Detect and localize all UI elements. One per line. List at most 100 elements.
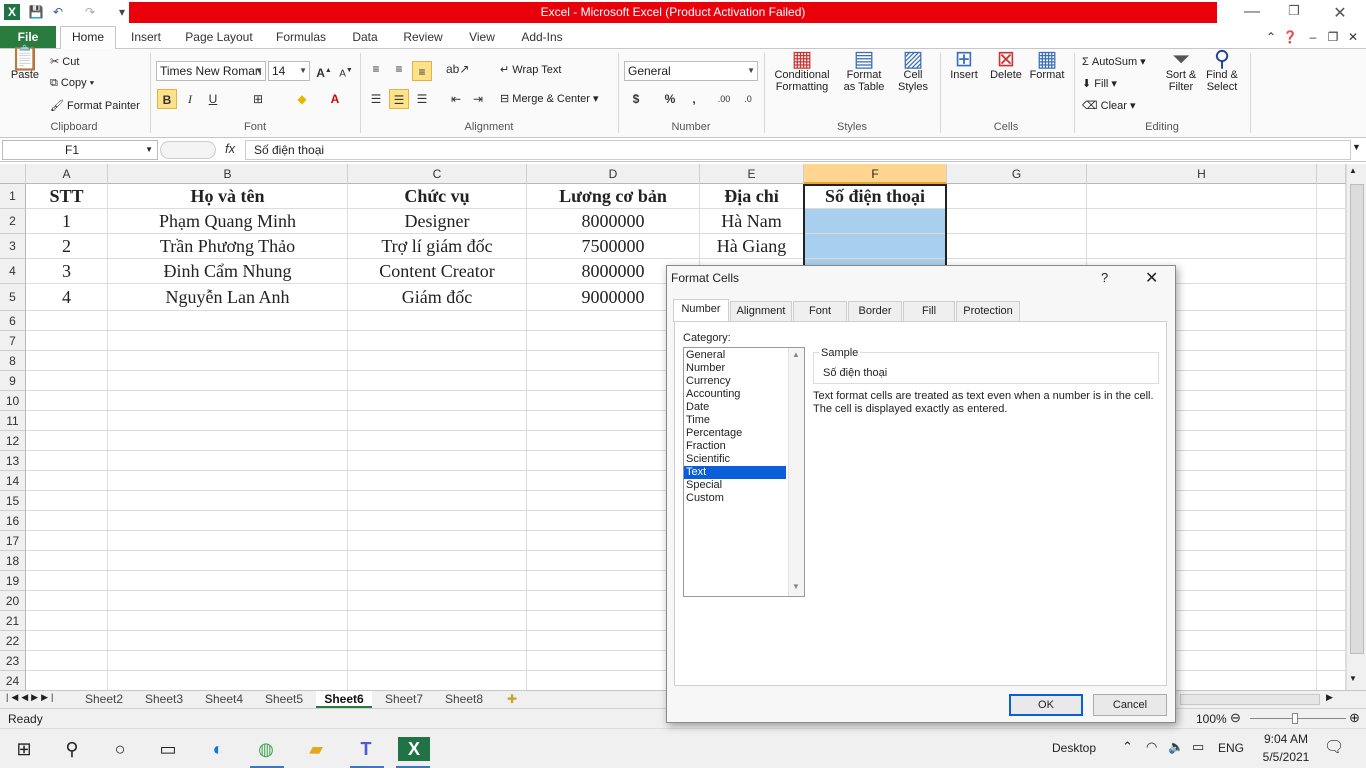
row-header[interactable]: 8 [0,351,26,371]
sheet-tab-sheet3[interactable]: Sheet3 [138,691,190,708]
grid-cell[interactable] [1317,471,1346,491]
category-item[interactable]: Percentage [684,427,786,440]
vertical-scrollbar[interactable]: ▲ ▼ [1346,164,1366,690]
category-item[interactable]: Special [684,479,786,492]
grid-cell[interactable] [1087,184,1317,209]
format-as-table-button[interactable]: ▤ Format as Table [838,48,890,94]
row-header[interactable]: 21 [0,611,26,631]
comma-button[interactable]: , [684,89,704,109]
grid-cell[interactable] [1317,411,1346,431]
grid-cell[interactable] [804,234,947,259]
category-item[interactable]: Scientific [684,453,786,466]
grid-cell[interactable] [26,511,108,531]
merge-center-button[interactable]: ⊟ Merge & Center ▾ [500,92,599,105]
cortana-icon[interactable]: ○ [104,735,136,763]
scroll-up-icon[interactable]: ▲ [792,350,800,359]
row-header[interactable]: 19 [0,571,26,591]
grid-cell[interactable] [1317,551,1346,571]
row-header[interactable]: 23 [0,651,26,671]
column-header-e[interactable]: E [700,164,804,184]
row-header[interactable]: 16 [0,511,26,531]
row-header[interactable]: 12 [0,431,26,451]
row-header[interactable]: 2 [0,209,26,234]
doc-close-icon[interactable]: ✕ [1344,26,1362,48]
grid-cell[interactable]: Hà Giang [700,234,804,259]
grid-cell[interactable] [26,351,108,371]
scroll-down-icon[interactable]: ▼ [792,582,800,591]
cut-button[interactable]: ✂ Cut [50,55,79,68]
clock-date[interactable]: 5/5/2021 [1256,750,1316,764]
fill-color-icon[interactable]: ◆ [292,89,312,109]
grid-cell[interactable] [947,234,1087,259]
sort-filter-button[interactable]: ⏷ Sort & Filter [1160,48,1202,94]
category-item[interactable]: Accounting [684,388,786,401]
tab-insert[interactable]: Insert [128,26,164,48]
battery-icon[interactable]: ▭ [1192,739,1204,755]
cancel-button[interactable]: Cancel [1093,694,1167,716]
grid-cell[interactable]: Lương cơ bản [527,184,700,209]
app-green-icon[interactable]: ◍ [250,735,282,763]
dialog-tab-border[interactable]: Border [848,301,902,321]
align-left-icon[interactable]: ☰ [366,89,386,109]
zoom-out-icon[interactable]: ⊖ [1230,710,1241,726]
grid-cell[interactable] [108,311,348,331]
tab-view[interactable]: View [464,26,500,48]
wifi-icon[interactable]: ◠ [1146,739,1157,755]
conditional-formatting-button[interactable]: ▦ Conditional Formatting [768,48,836,94]
grid-cell[interactable] [1317,284,1346,311]
align-middle-icon[interactable]: ≡ [389,59,409,79]
zoom-slider[interactable] [1250,718,1346,719]
teams-icon[interactable]: T [350,735,382,763]
insert-cells-button[interactable]: ⊞ Insert [944,48,984,82]
tab-home[interactable]: Home [60,26,116,49]
column-header-h[interactable]: H [1087,164,1317,184]
clear-button[interactable]: ⌫ Clear ▾ [1082,99,1136,112]
column-header-b[interactable]: B [108,164,348,184]
sheet-tab-sheet8[interactable]: Sheet8 [438,691,490,708]
grid-cell[interactable]: 7500000 [527,234,700,259]
row-header[interactable]: 9 [0,371,26,391]
grid-cell[interactable] [26,571,108,591]
scroll-thumb[interactable] [1350,184,1364,654]
horizontal-scrollbar[interactable] [1180,694,1320,705]
grid-cell[interactable]: 1 [26,209,108,234]
zoom-in-icon[interactable]: ⊕ [1349,710,1360,726]
grid-cell[interactable] [26,431,108,451]
grid-cell[interactable] [108,571,348,591]
grid-cell[interactable] [1317,184,1346,209]
select-all-corner[interactable] [0,164,26,184]
row-header[interactable]: 10 [0,391,26,411]
grid-cell[interactable] [947,209,1087,234]
grid-cell[interactable]: Trần Phương Thảo [108,234,348,259]
ribbon-minimize-icon[interactable]: ⌃ [1262,26,1280,48]
sheet-tab-sheet2[interactable]: Sheet2 [78,691,130,708]
search-icon[interactable]: ⚲ [56,735,88,763]
italic-button[interactable]: I [180,89,200,109]
grid-cell[interactable] [1317,491,1346,511]
format-cells-button[interactable]: ▦ Format [1026,48,1068,82]
column-header-a[interactable]: A [26,164,108,184]
name-box[interactable]: F1 ▼ [2,140,158,160]
category-item[interactable]: Fraction [684,440,786,453]
grid-cell[interactable] [26,551,108,571]
zoom-slider-thumb[interactable] [1292,713,1298,724]
grid-cell[interactable] [1317,234,1346,259]
font-name-combo[interactable]: Times New Roman ▼ [156,61,266,81]
borders-icon[interactable]: ⊞ [248,89,268,109]
formula-expand-icon[interactable] [160,141,216,159]
orientation-icon[interactable]: ab↗ [446,59,469,79]
font-size-combo[interactable]: 14 ▼ [268,61,310,81]
grid-cell[interactable] [26,331,108,351]
grid-cell[interactable] [348,651,527,671]
grid-cell[interactable] [26,491,108,511]
grid-cell[interactable] [108,591,348,611]
help-button[interactable]: ? [1101,270,1108,285]
scroll-up-icon[interactable]: ▲ [1349,166,1357,175]
category-item[interactable]: Text [684,466,786,479]
desktop-toolbar[interactable]: Desktop [1052,741,1096,755]
grid-cell[interactable] [348,311,527,331]
grid-cell[interactable]: Chức vụ [348,184,527,209]
edge-icon[interactable]: ◐ [202,735,234,763]
dialog-tab-protection[interactable]: Protection [956,301,1020,321]
grid-cell[interactable] [348,591,527,611]
